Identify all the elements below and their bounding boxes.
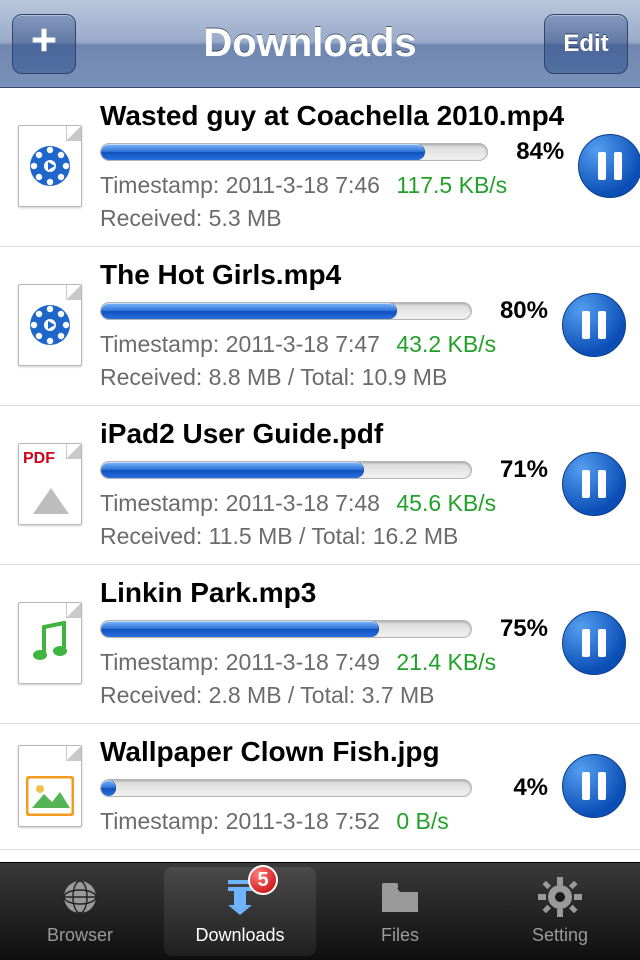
file-type-icon: PDF (14, 438, 86, 530)
tab-label: Setting (532, 925, 588, 946)
progress-bar (100, 302, 472, 320)
download-meta-line1: Timestamp: 2011-3-18 7:52 0 B/s (100, 808, 548, 835)
download-filename: iPad2 User Guide.pdf (100, 418, 548, 450)
pause-icon (582, 629, 606, 657)
tab-label: Files (381, 925, 419, 946)
tab-label: Downloads (195, 925, 284, 946)
pause-button[interactable] (562, 293, 626, 357)
download-meta-line1: Timestamp: 2011-3-18 7:47 43.2 KB/s (100, 331, 548, 358)
pause-button[interactable] (562, 611, 626, 675)
download-percent: 80% (486, 297, 548, 325)
download-percent: 75% (486, 615, 548, 643)
tab-bar: Browser 5 Downloads Files (0, 862, 640, 960)
download-filename: Wasted guy at Coachella 2010.mp4 (100, 100, 564, 132)
tab-files[interactable]: Files (320, 863, 480, 960)
download-meta-line1: Timestamp: 2011-3-18 7:46 117.5 KB/s (100, 172, 564, 199)
pause-icon (598, 152, 622, 180)
globe-icon (58, 877, 102, 922)
folder-icon (378, 877, 422, 922)
download-row: Wasted guy at Coachella 2010.mp4 84% Tim… (0, 88, 640, 247)
plus-icon (29, 25, 59, 62)
download-speed: 45.6 KB/s (396, 490, 496, 516)
tab-label: Browser (47, 925, 113, 946)
download-row: PDF iPad2 User Guide.pdf 71% Timestamp: … (0, 406, 640, 565)
download-meta-line2: Received: 2.8 MB / Total: 3.7 MB (100, 682, 548, 709)
navbar: Downloads Edit (0, 0, 640, 88)
download-speed: 43.2 KB/s (396, 331, 496, 357)
download-filename: The Hot Girls.mp4 (100, 259, 548, 291)
download-percent: 84% (502, 138, 564, 166)
file-type-icon (14, 597, 86, 689)
file-type-icon (14, 120, 86, 212)
edit-button[interactable]: Edit (544, 14, 628, 74)
pause-icon (582, 311, 606, 339)
download-filename: Wallpaper Clown Fish.jpg (100, 736, 548, 768)
tab-downloads[interactable]: 5 Downloads (160, 863, 320, 960)
download-meta-line1: Timestamp: 2011-3-18 7:48 45.6 KB/s (100, 490, 548, 517)
page-title: Downloads (203, 21, 416, 66)
gear-icon (538, 877, 582, 922)
download-meta-line2: Received: 11.5 MB / Total: 16.2 MB (100, 523, 548, 550)
tab-browser[interactable]: Browser (0, 863, 160, 960)
tab-badge: 5 (248, 865, 278, 895)
download-row: Linkin Park.mp3 75% Timestamp: 2011-3-18… (0, 565, 640, 724)
download-row: The Hot Girls.mp4 80% Timestamp: 2011-3-… (0, 247, 640, 406)
pause-icon (582, 470, 606, 498)
pause-button[interactable] (562, 754, 626, 818)
download-percent: 4% (486, 774, 548, 802)
pause-button[interactable] (562, 452, 626, 516)
download-meta-line2: Received: 5.3 MB (100, 205, 564, 232)
download-filename: Linkin Park.mp3 (100, 577, 548, 609)
progress-bar (100, 143, 488, 161)
download-meta-line2: Received: 8.8 MB / Total: 10.9 MB (100, 364, 548, 391)
download-speed: 21.4 KB/s (396, 649, 496, 675)
download-percent: 71% (486, 456, 548, 484)
downloads-list: Wasted guy at Coachella 2010.mp4 84% Tim… (0, 88, 640, 862)
download-meta-line1: Timestamp: 2011-3-18 7:49 21.4 KB/s (100, 649, 548, 676)
download-speed: 0 B/s (396, 808, 448, 834)
download-row: Wallpaper Clown Fish.jpg 4% Timestamp: 2… (0, 724, 640, 850)
progress-bar (100, 779, 472, 797)
download-speed: 117.5 KB/s (396, 172, 507, 198)
progress-bar (100, 620, 472, 638)
pause-icon (582, 772, 606, 800)
file-type-icon (14, 740, 86, 832)
tab-setting[interactable]: Setting (480, 863, 640, 960)
add-button[interactable] (12, 14, 76, 74)
pause-button[interactable] (578, 134, 640, 198)
file-type-icon (14, 279, 86, 371)
progress-bar (100, 461, 472, 479)
